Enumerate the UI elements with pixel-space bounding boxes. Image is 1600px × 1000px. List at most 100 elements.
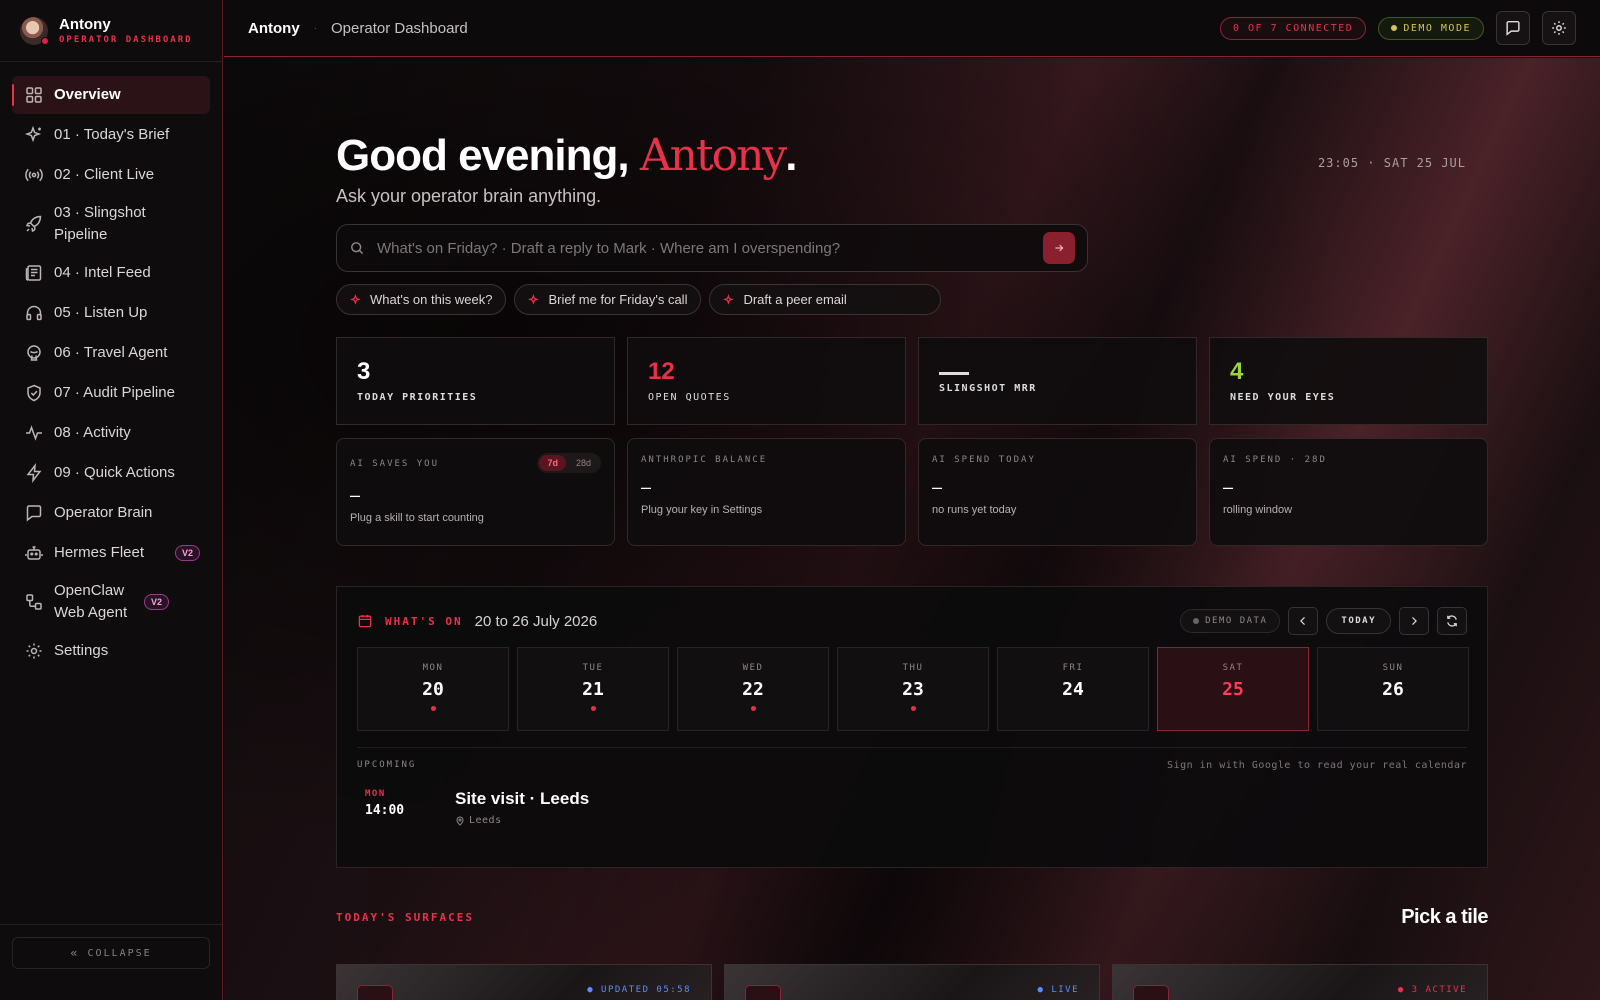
v2-badge: V2 bbox=[174, 545, 200, 561]
surface-tile[interactable]: ● 3 ACTIVE bbox=[1112, 964, 1488, 1000]
surfaces-label: TODAY'S SURFACES bbox=[336, 911, 474, 924]
sparkle-icon bbox=[528, 293, 540, 306]
sidebar-user-subtitle: OPERATOR DASHBOARD bbox=[59, 35, 193, 45]
settings-button[interactable] bbox=[1542, 11, 1576, 45]
next-week-button[interactable] bbox=[1399, 607, 1429, 635]
connected-status-pill[interactable]: 0 OF 7 CONNECTED bbox=[1219, 16, 1367, 40]
calendar-icon bbox=[357, 613, 373, 629]
day-number: 24 bbox=[1062, 679, 1084, 700]
sidebar-item-travel-agent[interactable]: 06 · Travel Agent bbox=[12, 334, 210, 372]
sidebar: Antony OPERATOR DASHBOARD Overview 01 · … bbox=[0, 0, 223, 1000]
sidebar-item-quick-actions[interactable]: 09 · Quick Actions bbox=[12, 454, 210, 492]
chat-button[interactable] bbox=[1496, 11, 1530, 45]
day-cell[interactable]: MON 20 bbox=[357, 647, 509, 731]
collapse-button[interactable]: « COLLAPSE bbox=[12, 937, 210, 969]
chevrons-left-icon: « bbox=[70, 946, 80, 960]
sidebar-item-todays-brief[interactable]: 01 · Today's Brief bbox=[12, 116, 210, 154]
stat-label: TODAY PRIORITIES bbox=[357, 392, 478, 403]
arrow-right-icon bbox=[1053, 242, 1065, 254]
google-signin-hint[interactable]: Sign in with Google to read your real ca… bbox=[1167, 760, 1467, 771]
sidebar-nav: Overview 01 · Today's Brief 02 · Client … bbox=[0, 62, 222, 670]
chip-label: What's on this week? bbox=[370, 292, 493, 307]
toggle-28d[interactable]: 28d bbox=[568, 455, 599, 471]
event-dot bbox=[590, 706, 596, 711]
demo-data-label: DEMO DATA bbox=[1205, 616, 1268, 626]
stat-value: 12 bbox=[648, 358, 675, 385]
day-cell[interactable]: WED 22 bbox=[677, 647, 829, 731]
tile-number-badge bbox=[745, 985, 781, 1000]
day-name: FRI bbox=[1062, 663, 1084, 673]
sidebar-item-client-live[interactable]: 02 · Client Live bbox=[12, 156, 210, 194]
suggestion-chip[interactable]: Brief me for Friday's call bbox=[514, 284, 702, 315]
ai-spend-28d-card: AI SPEND · 28D – rolling window bbox=[1209, 438, 1488, 546]
demo-mode-pill[interactable]: DEMO MODE bbox=[1378, 16, 1484, 40]
sidebar-item-label: Settings bbox=[54, 642, 109, 659]
card-subtext: Plug a skill to start counting bbox=[350, 512, 484, 524]
surfaces-header: TODAY'S SURFACES Pick a tile bbox=[336, 906, 1488, 929]
event-time: 14:00 bbox=[365, 803, 405, 818]
search-input[interactable] bbox=[377, 239, 1043, 257]
day-name: SAT bbox=[1222, 663, 1244, 673]
surface-tiles: ● UPDATED 05:58 ● LIVE ● 3 ACTIVE bbox=[336, 964, 1488, 1000]
ai-saves-card: AI SAVES YOU 7d 28d – Plug a skill to st… bbox=[336, 438, 615, 546]
day-cell[interactable]: FRI 24 bbox=[997, 647, 1149, 731]
bolt-icon bbox=[24, 463, 44, 483]
card-title: AI SPEND TODAY bbox=[932, 455, 1036, 465]
toggle-7d[interactable]: 7d bbox=[539, 455, 566, 471]
tile-status: ● LIVE bbox=[1037, 985, 1079, 995]
search-icon bbox=[349, 240, 365, 256]
sidebar-item-label: 04 · Intel Feed bbox=[54, 264, 151, 281]
sparkle-icon bbox=[24, 125, 44, 145]
submit-button[interactable] bbox=[1043, 232, 1075, 264]
prev-week-button[interactable] bbox=[1288, 607, 1319, 635]
sparkle-icon bbox=[723, 293, 735, 306]
sidebar-item-listen-up[interactable]: 05 · Listen Up bbox=[12, 294, 210, 332]
status-dot bbox=[41, 36, 49, 45]
rocket-icon bbox=[24, 214, 44, 234]
sidebar-item-label: 08 · Activity bbox=[54, 424, 131, 441]
sidebar-item-slingshot-pipeline[interactable]: 03 · Slingshot Pipeline bbox=[12, 196, 210, 252]
sidebar-item-label: 03 · Slingshot Pipeline bbox=[54, 204, 146, 243]
event-item[interactable]: MON 14:00 Site visit · Leeds Leeds bbox=[357, 789, 1467, 826]
sidebar-item-label: Hermes Fleet bbox=[54, 544, 145, 561]
day-cell[interactable]: TUE 21 bbox=[517, 647, 669, 731]
sidebar-item-audit-pipeline[interactable]: 07 · Audit Pipeline bbox=[12, 374, 210, 412]
card-value: – bbox=[350, 485, 361, 505]
calendar-range: 20 to 26 July 2026 bbox=[474, 612, 598, 630]
day-name: MON bbox=[422, 663, 444, 673]
day-cell[interactable]: THU 23 bbox=[837, 647, 989, 731]
greeting-period: . bbox=[785, 131, 797, 180]
day-cell[interactable]: SUN 26 bbox=[1317, 647, 1469, 731]
day-number: 22 bbox=[742, 679, 764, 700]
suggestion-chip[interactable]: What's on this week? bbox=[336, 284, 507, 315]
stat-tile-need-your-eyes[interactable]: 4 NEED YOUR EYES bbox=[1209, 337, 1488, 425]
sidebar-item-openclaw-web-agent[interactable]: OpenClaw Web Agent V2 bbox=[12, 574, 210, 630]
stat-tile-priorities[interactable]: 3 TODAY PRIORITIES bbox=[336, 337, 615, 425]
sidebar-item-settings[interactable]: Settings bbox=[12, 632, 210, 670]
metric-cards: AI SAVES YOU 7d 28d – Plug a skill to st… bbox=[336, 438, 1488, 546]
headphones-icon bbox=[24, 303, 44, 323]
avatar[interactable] bbox=[20, 16, 49, 45]
sidebar-item-label: 05 · Listen Up bbox=[54, 304, 148, 321]
sidebar-item-activity[interactable]: 08 · Activity bbox=[12, 414, 210, 452]
today-button[interactable]: TODAY bbox=[1326, 608, 1391, 634]
surface-tile[interactable]: ● UPDATED 05:58 bbox=[336, 964, 712, 1000]
suggestion-chip[interactable]: Draft a peer email bbox=[709, 284, 942, 315]
stat-tile-open-quotes[interactable]: 12 OPEN QUOTES bbox=[627, 337, 906, 425]
upcoming-header: UPCOMING Sign in with Google to read you… bbox=[357, 747, 1467, 771]
day-cell-selected[interactable]: SAT 25 bbox=[1157, 647, 1309, 731]
sidebar-item-hermes-fleet[interactable]: Hermes Fleet V2 bbox=[12, 534, 210, 572]
pulse-icon bbox=[24, 423, 44, 443]
stat-tile-slingshot-mrr[interactable]: SLINGSHOT MRR bbox=[918, 337, 1197, 425]
greeting-subtitle: Ask your operator brain anything. bbox=[336, 186, 602, 206]
card-value: – bbox=[641, 477, 652, 497]
refresh-button[interactable] bbox=[1437, 607, 1467, 635]
sidebar-item-operator-brain[interactable]: Operator Brain bbox=[12, 494, 210, 532]
event-dot bbox=[430, 706, 436, 711]
surface-tile[interactable]: ● LIVE bbox=[724, 964, 1100, 1000]
sidebar-item-intel-feed[interactable]: 04 · Intel Feed bbox=[12, 254, 210, 292]
sidebar-item-overview[interactable]: Overview bbox=[12, 76, 210, 114]
event-location: Leeds bbox=[455, 815, 589, 826]
refresh-icon bbox=[1445, 614, 1459, 628]
clock: 23:05 · SAT 25 JUL bbox=[1317, 156, 1466, 170]
